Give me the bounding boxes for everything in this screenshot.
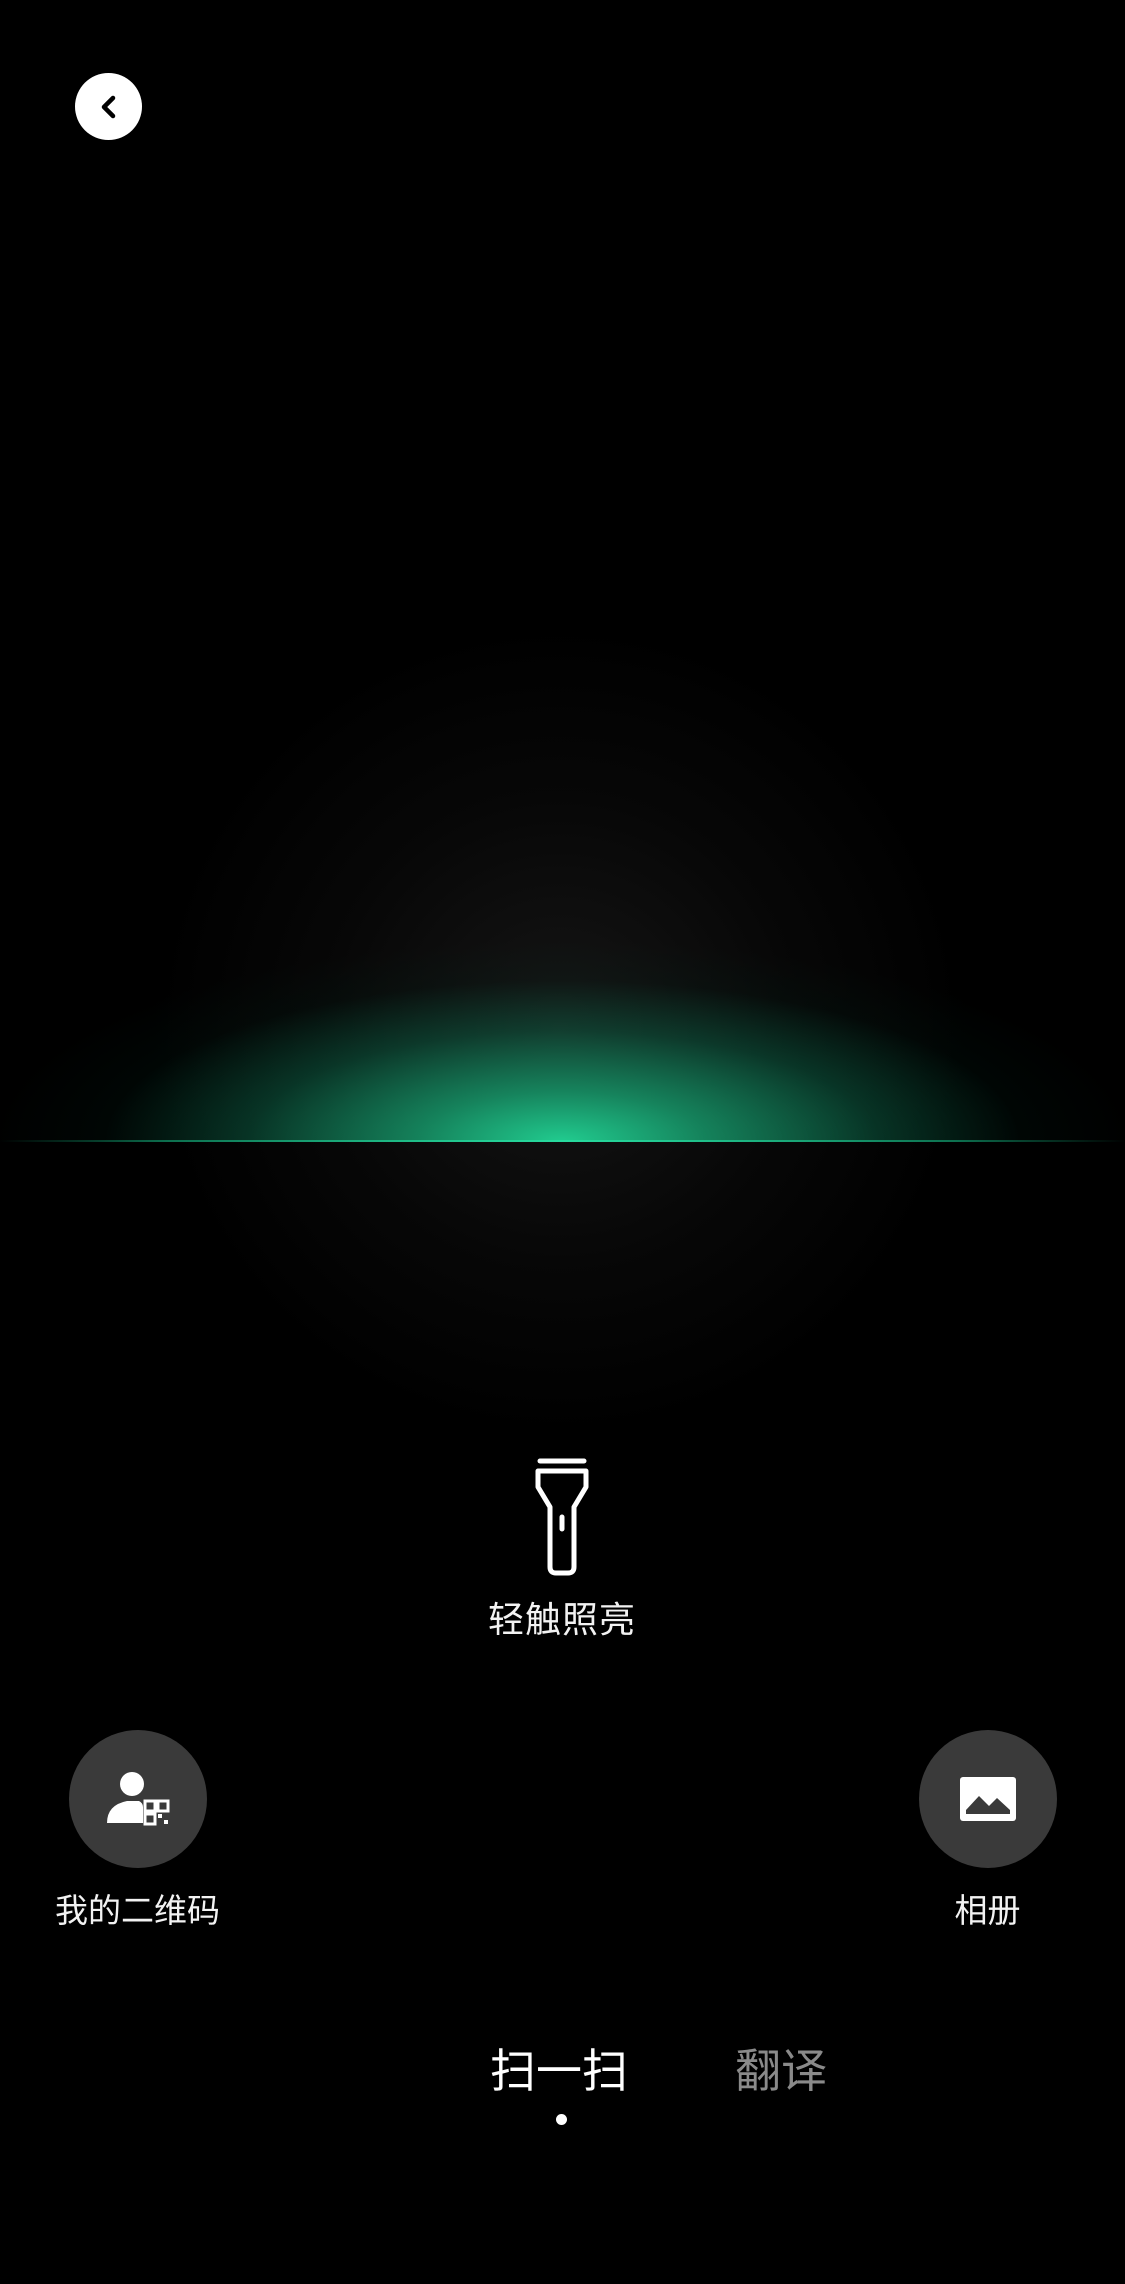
- scan-glow-dome: [0, 940, 1125, 1142]
- image-icon: [959, 1777, 1016, 1821]
- mode-tabs: 扫一扫 翻译: [0, 2035, 1125, 2125]
- tab-scan[interactable]: 扫一扫: [490, 2035, 628, 2101]
- chevron-left-icon: [101, 95, 115, 118]
- scan-line: [0, 1140, 1125, 1142]
- active-tab-indicator: [556, 2114, 567, 2125]
- flashlight-icon: [535, 1458, 589, 1576]
- my-qrcode-label: 我的二维码: [55, 1891, 220, 1930]
- my-qrcode-circle[interactable]: [68, 1730, 207, 1868]
- tab-translate[interactable]: 翻译: [735, 2035, 827, 2101]
- scanner-screen: 轻触照亮 我的二维码 相册 扫一扫 翻译: [0, 0, 1125, 2284]
- flashlight-toggle[interactable]: 轻触照亮: [462, 1455, 662, 1643]
- flashlight-label: 轻触照亮: [487, 1600, 636, 1641]
- scan-line-glow: [0, 940, 1125, 1142]
- back-button[interactable]: [75, 73, 142, 140]
- my-qrcode-button[interactable]: 我的二维码: [50, 1730, 225, 1932]
- album-circle[interactable]: [918, 1730, 1057, 1868]
- user-qrcode-icon: [106, 1772, 169, 1826]
- album-label: 相册: [954, 1891, 1021, 1930]
- album-button[interactable]: 相册: [905, 1730, 1070, 1932]
